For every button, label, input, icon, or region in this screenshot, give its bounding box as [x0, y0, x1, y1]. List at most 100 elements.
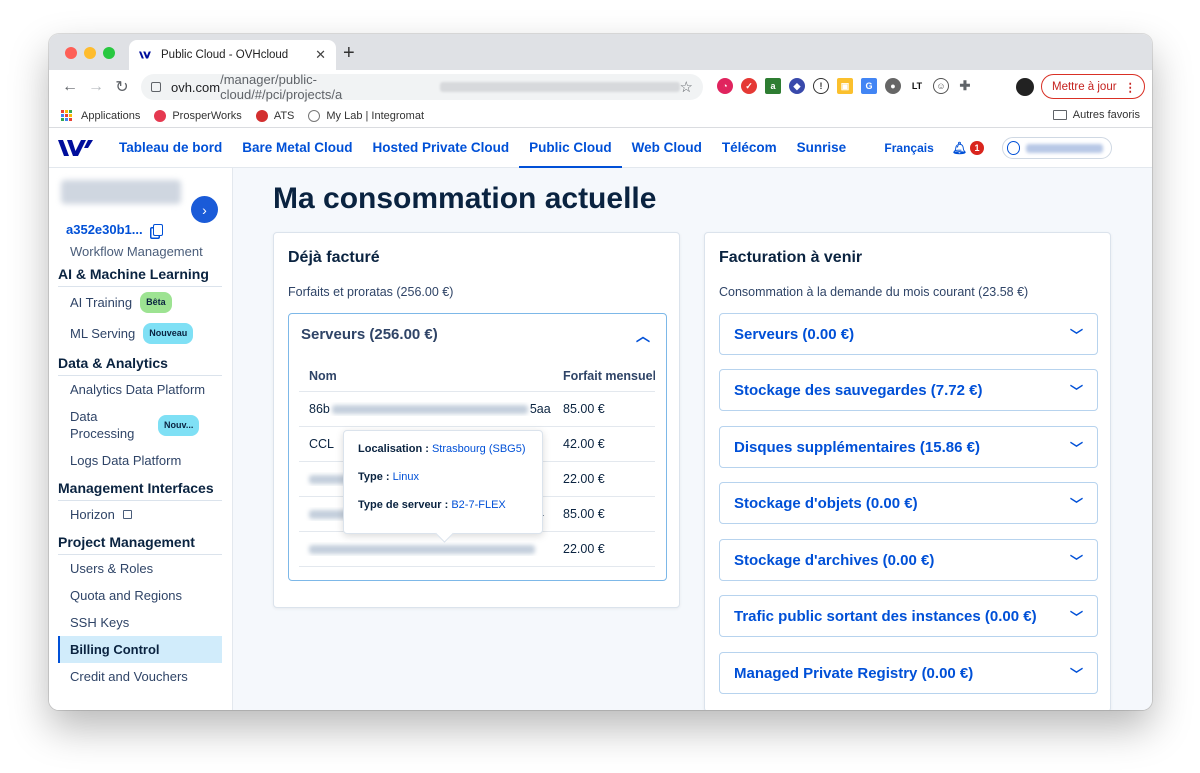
price-cell: 85.00 €	[563, 402, 605, 416]
bookmark-apps[interactable]: Applications	[61, 109, 140, 122]
accordion-additional-disks[interactable]: Disques supplémentaires (15.86 €) ﹀	[719, 426, 1098, 468]
project-id-text: a352e30b1...	[66, 222, 143, 237]
server-details-tooltip: Localisation : Strasbourg (SBG5) Type : …	[343, 430, 543, 534]
extension-icon[interactable]: ▣	[837, 78, 853, 94]
update-button[interactable]: Mettre à jour ⋮	[1041, 74, 1145, 99]
chevron-up-icon[interactable]: ︿	[636, 326, 650, 346]
ats-icon	[255, 109, 268, 122]
nav-telecom[interactable]: Télécom	[712, 128, 787, 167]
accordion-label: Stockage des sauvegardes (7.72 €)	[734, 381, 983, 399]
minimize-window-button[interactable]	[84, 47, 96, 59]
project-switch-button[interactable]: ›	[191, 196, 218, 223]
price-cell: 22.00 €	[563, 472, 605, 486]
bookmark-ats[interactable]: ATS	[255, 109, 295, 122]
tab-title: Public Cloud - OVHcloud	[161, 49, 289, 61]
accordion-servers[interactable]: Serveurs (0.00 €) ﹀	[719, 313, 1098, 355]
ovh-favicon-icon	[139, 51, 151, 59]
translate-icon[interactable]: G	[861, 78, 877, 94]
accordion-label: Stockage d'objets (0.00 €)	[734, 494, 918, 512]
close-window-button[interactable]	[65, 47, 77, 59]
extension-icon[interactable]: LT	[909, 78, 925, 94]
extension-icon[interactable]: ◔	[717, 78, 733, 94]
accordion-object-storage[interactable]: Stockage d'objets (0.00 €) ﹀	[719, 482, 1098, 524]
other-bookmarks-label: Autres favoris	[1072, 109, 1140, 121]
address-bar[interactable]: ovh.com /manager/public-cloud/#/pci/proj…	[141, 72, 703, 102]
extension-icon[interactable]: a	[765, 78, 781, 94]
bookmark-label: ProsperWorks	[172, 109, 242, 122]
accordion-label: Managed Private Registry (0.00 €)	[734, 664, 974, 682]
sidebar-item-users-roles[interactable]: Users & Roles	[58, 555, 222, 582]
profile-avatar[interactable]	[1016, 78, 1034, 96]
language-selector[interactable]: Français	[884, 141, 933, 155]
prosperworks-icon	[154, 109, 167, 122]
page-title: Ma consommation actuelle	[273, 182, 657, 215]
accordion-private-registry[interactable]: Managed Private Registry (0.00 €) ﹀	[719, 652, 1098, 694]
sidebar-item-data-processing[interactable]: Data Processing Nouv...	[58, 403, 222, 447]
sidebar-item-billing-control[interactable]: Billing Control	[58, 636, 222, 663]
bookmark-star-icon[interactable]: ☆	[680, 78, 693, 96]
sidebar-item-ml-serving[interactable]: ML Serving Nouveau	[58, 318, 222, 349]
bookmark-label: ATS	[273, 109, 295, 122]
other-bookmarks[interactable]: Autres favoris	[1052, 109, 1140, 121]
column-header-monthly[interactable]: Forfait mensuel	[553, 369, 655, 383]
extension-icon[interactable]: ◆	[789, 78, 805, 94]
notification-badge: 1	[970, 141, 984, 155]
nav-web-cloud[interactable]: Web Cloud	[622, 128, 712, 167]
nav-sunrise[interactable]: Sunrise	[787, 128, 857, 167]
browser-tab[interactable]: Public Cloud - OVHcloud ✕	[129, 40, 336, 70]
nav-hosted-private-cloud[interactable]: Hosted Private Cloud	[363, 128, 520, 167]
price-cell: 42.00 €	[563, 437, 605, 451]
browser-window: Public Cloud - OVHcloud ✕ + ← → ↻ ovh.co…	[49, 34, 1152, 710]
maximize-window-button[interactable]	[103, 47, 115, 59]
billed-card: Déjà facturé Forfaits et proratas (256.0…	[273, 232, 680, 608]
sidebar-item-ssh-keys[interactable]: SSH Keys	[58, 609, 222, 636]
integromat-icon	[308, 109, 321, 122]
sidebar-item-workflow-management[interactable]: Workflow Management	[58, 246, 222, 260]
server-name-prefix: CCL	[309, 437, 335, 451]
chevron-down-icon: ﹀	[1069, 440, 1083, 456]
bell-icon: 🔔︎	[951, 141, 967, 155]
extension-icon[interactable]: ✓	[741, 78, 757, 94]
chevron-down-icon: ﹀	[1069, 327, 1083, 343]
sidebar-section-data: Data & Analytics	[58, 349, 222, 376]
reload-icon[interactable]: ↻	[109, 77, 135, 97]
tooltip-type: Type : Linux	[358, 471, 528, 483]
bookmark-integromat[interactable]: My Lab | Integromat	[308, 109, 424, 122]
upcoming-title: Facturation à venir	[719, 249, 863, 266]
accordion-label: Disques supplémentaires (15.86 €)	[734, 438, 980, 456]
nav-bare-metal-cloud[interactable]: Bare Metal Cloud	[232, 128, 362, 167]
extension-icon[interactable]: ☺	[933, 78, 949, 94]
tooltip-label: Localisation :	[358, 443, 429, 455]
accordion-archive-storage[interactable]: Stockage d'archives (0.00 €) ﹀	[719, 539, 1098, 581]
bookmark-prosperworks[interactable]: ProsperWorks	[154, 109, 242, 122]
sidebar: › a352e30b1... Workflow Management AI & …	[49, 168, 233, 710]
notifications-button[interactable]: 🔔︎ 1	[952, 141, 984, 155]
new-tab-button[interactable]: +	[343, 42, 355, 65]
table-row[interactable]: 86b 5aa 85.00 €	[299, 392, 655, 427]
sidebar-item-credit-vouchers[interactable]: Credit and Vouchers	[58, 663, 222, 690]
nav-public-cloud[interactable]: Public Cloud	[519, 128, 622, 168]
browser-toolbar: ← → ↻ ovh.com /manager/public-cloud/#/pc…	[49, 70, 1152, 104]
accordion-backup-storage[interactable]: Stockage des sauvegardes (7.72 €) ﹀	[719, 369, 1098, 411]
back-icon[interactable]: ←	[57, 78, 83, 96]
sidebar-item-logs-data-platform[interactable]: Logs Data Platform	[58, 447, 222, 474]
server-name-cell: 86b 5aa	[299, 402, 553, 416]
puzzle-icon[interactable]: ✚	[957, 78, 973, 94]
column-header-name[interactable]: Nom	[299, 369, 553, 383]
close-tab-icon[interactable]: ✕	[315, 47, 326, 63]
sidebar-item-quota-regions[interactable]: Quota and Regions	[58, 582, 222, 609]
table-row[interactable]: 22.00 €	[299, 532, 655, 567]
copy-icon[interactable]	[152, 223, 163, 236]
extension-icon[interactable]: ●	[885, 78, 901, 94]
sidebar-item-analytics-data-platform[interactable]: Analytics Data Platform	[58, 376, 222, 403]
sidebar-item-ai-training[interactable]: AI Training Bêta	[58, 287, 222, 318]
forward-icon[interactable]: →	[83, 78, 109, 96]
extensions-bar: ◔ ✓ a ◆ ! ▣ G ● LT ☺ ✚	[717, 78, 973, 94]
info-extension-icon[interactable]: !	[813, 78, 829, 94]
ovh-logo[interactable]	[49, 128, 109, 167]
accordion-public-traffic[interactable]: Trafic public sortant des instances (0.0…	[719, 595, 1098, 637]
servers-accordion-header[interactable]: Serveurs (256.00 €)	[301, 326, 438, 343]
user-menu[interactable]	[1002, 137, 1112, 159]
sidebar-item-horizon[interactable]: Horizon	[58, 501, 222, 528]
nav-tableau-de-bord[interactable]: Tableau de bord	[109, 128, 232, 167]
